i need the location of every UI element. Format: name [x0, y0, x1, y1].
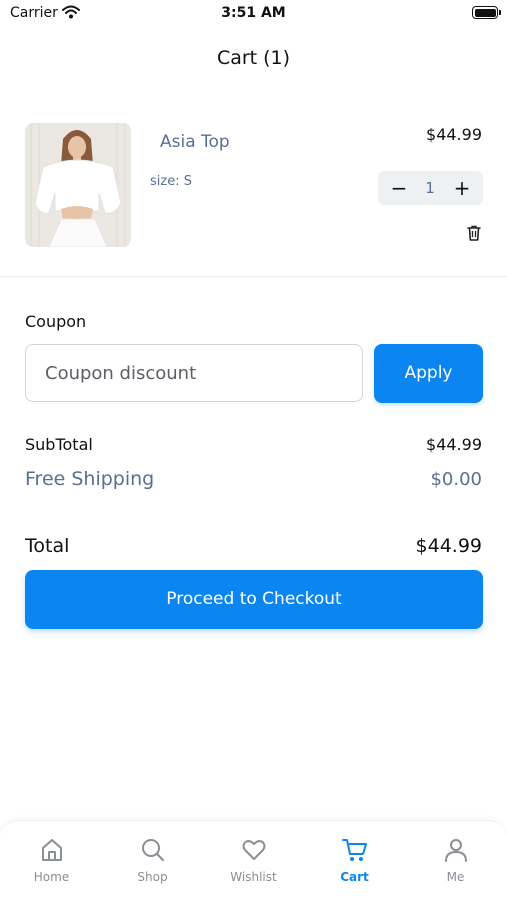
page-title: Cart (1) — [216, 47, 291, 69]
divider — [0, 276, 507, 277]
total-label: Total — [25, 535, 70, 557]
tab-cart[interactable]: Cart — [304, 821, 405, 901]
heart-icon — [241, 837, 267, 863]
tab-label: Cart — [340, 870, 369, 884]
increase-quantity-button[interactable]: + — [451, 176, 473, 200]
apply-coupon-button[interactable]: Apply — [374, 344, 483, 403]
tab-me[interactable]: Me — [405, 821, 506, 901]
shipping-value: $0.00 — [430, 469, 482, 490]
status-time: 3:51 AM — [221, 5, 286, 21]
tab-home[interactable]: Home — [1, 821, 102, 901]
delete-item-icon[interactable] — [465, 224, 483, 242]
tab-shop[interactable]: Shop — [102, 821, 203, 901]
quantity-stepper: − 1 + — [378, 171, 483, 205]
tab-wishlist[interactable]: Wishlist — [203, 821, 304, 901]
subtotal-label: SubTotal — [25, 435, 93, 454]
quantity-value: 1 — [425, 179, 435, 197]
checkout-button[interactable]: Proceed to Checkout — [25, 570, 483, 629]
product-name[interactable]: Asia Top — [160, 132, 230, 152]
product-image[interactable] — [25, 123, 131, 247]
tab-label: Home — [33, 870, 70, 884]
coupon-label: Coupon — [25, 312, 87, 331]
search-icon — [140, 837, 166, 863]
subtotal-value: $44.99 — [426, 435, 482, 454]
status-bar: Carrier 3:51 AM — [0, 0, 507, 28]
product-price: $44.99 — [426, 125, 482, 144]
tab-label: Shop — [137, 870, 168, 884]
tab-label: Me — [446, 870, 465, 884]
tab-bar: Home Shop Wishlist Cart Me — [0, 820, 507, 901]
total-value: $44.99 — [415, 535, 482, 557]
tab-label: Wishlist — [230, 870, 277, 884]
battery-icon — [472, 6, 501, 19]
home-icon — [39, 837, 65, 863]
cart-icon — [342, 837, 368, 863]
decrease-quantity-button[interactable]: − — [388, 176, 410, 200]
coupon-input[interactable] — [25, 344, 363, 402]
product-size: size: S — [150, 174, 192, 189]
user-icon — [443, 837, 469, 863]
shipping-label: Free Shipping — [25, 468, 155, 490]
